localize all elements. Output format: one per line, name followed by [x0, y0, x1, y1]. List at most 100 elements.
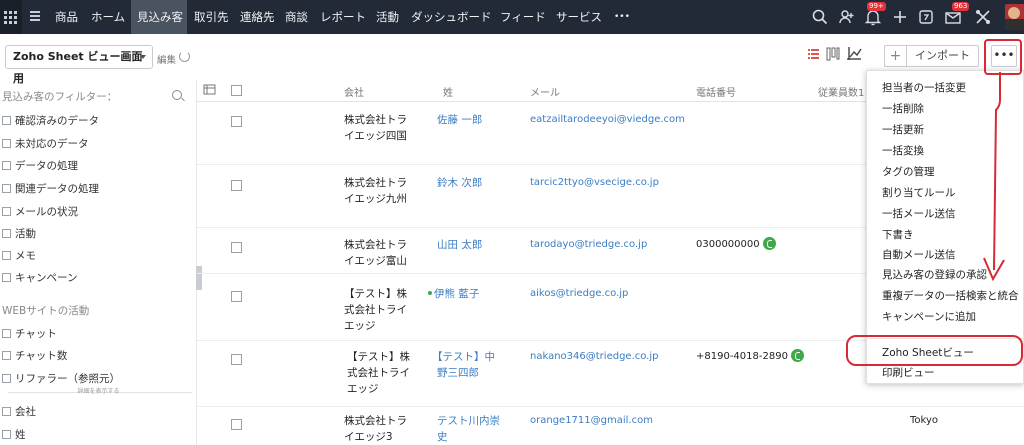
row-checkbox[interactable] [231, 354, 242, 365]
list-view-icon[interactable] [805, 46, 821, 62]
nav-tab-products[interactable]: 商品 [55, 0, 81, 34]
menu-icon[interactable] [30, 11, 40, 21]
name-link[interactable]: 山田 太郎 [437, 237, 482, 253]
menu-item-mass-email[interactable]: 一括メール送信 [882, 206, 956, 221]
search-icon[interactable] [811, 8, 829, 26]
plus-icon[interactable] [891, 8, 909, 26]
filter-item[interactable]: 活動 [2, 226, 36, 241]
filter-item[interactable]: メールの状況 [2, 204, 78, 219]
email-link[interactable]: tarodayo@triedge.co.jp [530, 237, 647, 253]
column-header-phone[interactable]: 電話番号 [696, 84, 736, 99]
checkbox[interactable] [2, 430, 11, 439]
edit-view-link[interactable]: 編集 [157, 52, 176, 66]
checkbox[interactable] [2, 229, 11, 238]
calendar-icon[interactable] [917, 8, 935, 26]
phone-number[interactable]: 0300000000 [696, 239, 760, 250]
kanban-view-icon[interactable] [825, 46, 841, 62]
column-settings-icon[interactable] [203, 83, 217, 97]
checkbox[interactable] [2, 273, 11, 282]
checkbox[interactable] [2, 207, 11, 216]
nav-tab-dashboard[interactable]: ダッシュボード [411, 0, 492, 34]
menu-item-add-to-campaign[interactable]: キャンペーンに追加 [882, 309, 976, 324]
name-link[interactable]: 【テスト】中 野三四郎 [432, 349, 495, 381]
menu-item-assignment-rules[interactable]: 割り当てルール [882, 185, 956, 200]
checkbox[interactable] [2, 139, 11, 148]
show-more-link[interactable]: 詳細を表示する [0, 386, 197, 395]
name-link[interactable]: テスト川内崇史 [437, 413, 500, 445]
filter-item[interactable]: キャンペーン [2, 270, 77, 285]
chart-view-icon[interactable] [846, 46, 862, 62]
name-link[interactable]: 佐藤 一郎 [437, 112, 482, 128]
nav-tab-feeds[interactable]: フィード [500, 0, 546, 34]
row-checkbox[interactable] [231, 291, 242, 302]
column-header-employees[interactable]: 従業員数1 [818, 84, 864, 99]
import-button[interactable]: インポート [906, 45, 979, 67]
checkbox[interactable] [2, 351, 11, 360]
phone-call-icon[interactable] [762, 237, 776, 250]
nav-tab-reports[interactable]: レポート [320, 0, 368, 34]
phone-number[interactable]: +8190-4018-2890 [696, 351, 788, 362]
nav-tab-services[interactable]: サービス [556, 0, 604, 34]
email-link[interactable]: eatzailtarodeeyoi@viedge.com [530, 112, 685, 128]
refresh-icon[interactable] [179, 51, 190, 62]
checkbox[interactable] [2, 184, 11, 193]
filter-item[interactable]: 未対応のデータ [2, 136, 89, 151]
phone-call-icon[interactable] [790, 349, 804, 362]
create-lead-button[interactable]: + [884, 45, 907, 67]
checkbox[interactable] [2, 374, 11, 383]
name-link[interactable]: 鈴木 次郎 [437, 175, 482, 191]
row-checkbox[interactable] [231, 419, 242, 430]
menu-item-manage-tags[interactable]: タグの管理 [882, 164, 935, 179]
select-all-checkbox[interactable] [231, 85, 242, 96]
filter-item[interactable]: 会社 [2, 404, 36, 419]
nav-tab-deals[interactable]: 商談 [285, 0, 311, 34]
filter-item[interactable]: 姓 [2, 427, 26, 442]
filter-item[interactable]: メモ [2, 248, 36, 263]
checkbox[interactable] [2, 329, 11, 338]
tools-icon[interactable] [974, 8, 992, 26]
menu-item-deduplicate[interactable]: 重複データの一括検索と統合 [882, 288, 1019, 303]
filter-item[interactable]: データの処理 [2, 158, 78, 173]
nav-tab-activities[interactable]: 活動 [376, 0, 402, 34]
people-icon[interactable] [838, 8, 856, 26]
column-header-email[interactable]: メール [530, 84, 560, 99]
search-icon[interactable] [172, 90, 182, 100]
nav-tab-contacts[interactable]: 連絡先 [240, 0, 276, 34]
checkbox[interactable] [2, 251, 11, 260]
row-checkbox[interactable] [231, 116, 242, 127]
nav-more-tabs[interactable]: ••• [614, 0, 632, 34]
nav-tab-home[interactable]: ホーム [91, 0, 127, 34]
sidebar-collapse-handle[interactable] [196, 266, 202, 290]
filter-item[interactable]: チャット数 [2, 348, 67, 363]
column-header-company[interactable]: 会社 [344, 84, 364, 99]
checkbox[interactable] [2, 407, 11, 416]
email-link[interactable]: tarcic2ttyo@vsecige.co.jp [530, 175, 659, 191]
nav-tab-accounts[interactable]: 取引先 [194, 0, 230, 34]
checkbox[interactable] [2, 161, 11, 170]
menu-item-mass-change-owner[interactable]: 担当者の一括変更 [882, 80, 966, 95]
menu-item-autoresponders[interactable]: 自動メール送信 [882, 247, 956, 262]
name-link[interactable]: 伊熊 藍子 [428, 286, 479, 302]
checkbox[interactable] [2, 116, 11, 125]
filter-item[interactable]: チャット [2, 326, 57, 341]
filter-item[interactable]: リファラー（参照元） [2, 371, 120, 386]
row-checkbox[interactable] [231, 180, 242, 191]
menu-item-drafts[interactable]: 下書き [882, 227, 914, 242]
nav-tab-leads[interactable]: 見込み客 [131, 0, 187, 34]
menu-item-mass-convert[interactable]: 一括変換 [882, 143, 924, 158]
email-link[interactable]: nakano346@triedge.co.jp [530, 349, 659, 365]
email-link[interactable]: orange1711@gmail.com [530, 413, 653, 429]
app-grid-icon[interactable] [0, 0, 22, 34]
filter-label: キャンペーン [15, 272, 78, 284]
menu-item-print-view[interactable]: 印刷ビュー [882, 365, 935, 380]
menu-item-mass-delete[interactable]: 一括削除 [882, 101, 924, 116]
row-checkbox[interactable] [231, 242, 242, 253]
filter-item[interactable]: 確認済みのデータ [2, 113, 99, 128]
company-cell: 【テスト】株 式会社トライ エッジ [344, 286, 407, 334]
filter-item[interactable]: 関連データの処理 [2, 181, 99, 196]
email-link[interactable]: aikos@triedge.co.jp [530, 286, 628, 302]
user-avatar[interactable] [1005, 4, 1024, 30]
view-selector-dropdown[interactable]: Zoho Sheet ビュー画面用 [5, 45, 153, 85]
menu-item-mass-update[interactable]: 一括更新 [882, 122, 924, 137]
column-header-last-name[interactable]: 姓 [443, 84, 453, 99]
